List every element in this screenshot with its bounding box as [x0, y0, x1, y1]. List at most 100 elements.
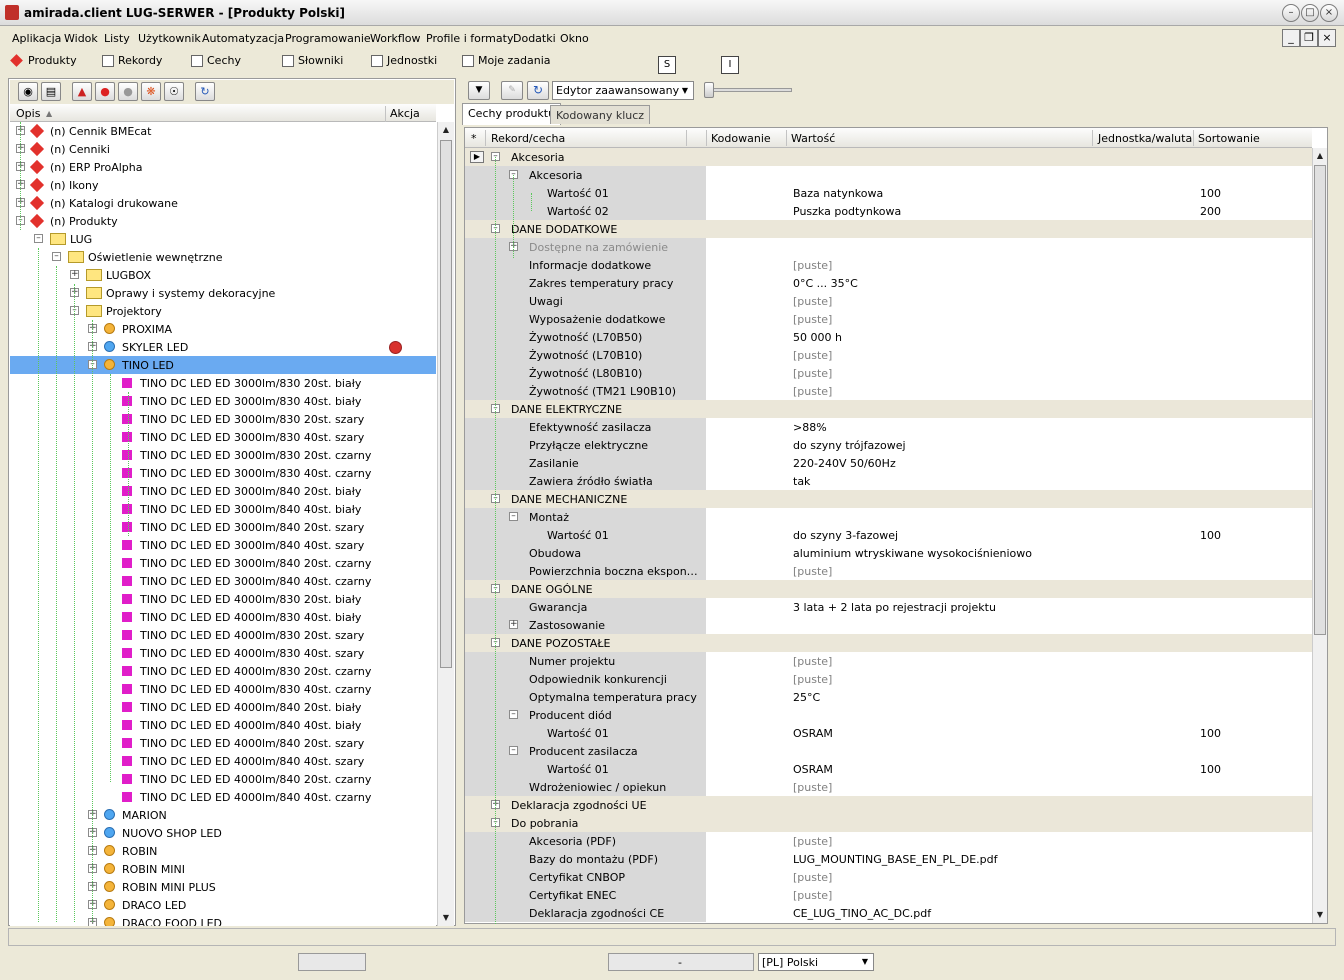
feature-row[interactable]: Wyposażenie dodatkowe [puste]	[465, 310, 1312, 328]
feature-value[interactable]: [puste]	[793, 655, 832, 668]
collapse-icon[interactable]: –	[52, 252, 61, 261]
collapse-icon[interactable]: –	[34, 234, 43, 243]
sort-value[interactable]: 100	[1200, 529, 1221, 542]
warning-icon[interactable]: ▲	[72, 82, 92, 101]
tree-row[interactable]: + (n) Ikony	[10, 176, 436, 194]
menu-automatyzacja[interactable]: Automatyzacja	[202, 32, 284, 45]
collapse-icon[interactable]: –	[509, 710, 518, 719]
feature-value[interactable]: Baza natynkowa	[793, 187, 883, 200]
sort-value[interactable]: 100	[1200, 763, 1221, 776]
column-header-rekord[interactable]: Rekord/cecha	[491, 132, 565, 145]
menu-aplikacja[interactable]: Aplikacja	[12, 32, 61, 45]
feature-value[interactable]: do szyny trójfazowej	[793, 439, 906, 452]
language-select[interactable]: [PL] Polski ▼	[758, 953, 874, 971]
toolbar-moje-zadania-button[interactable]: Moje zadania	[462, 54, 551, 67]
refresh-icon[interactable]: ↻	[527, 81, 549, 100]
menu-workflow[interactable]: Workflow	[370, 32, 421, 45]
menu-okno[interactable]: Okno	[560, 32, 589, 45]
binoculars-icon[interactable]: ◉	[18, 82, 38, 101]
sort-value[interactable]: 100	[1200, 187, 1221, 200]
tab-kodowany-klucz[interactable]: Kodowany klucz	[550, 105, 651, 124]
feature-value[interactable]: >88%	[793, 421, 827, 434]
mdi-close-button[interactable]: ×	[1318, 29, 1336, 47]
feature-row[interactable]: Zasilanie 220-240V 50/60Hz	[465, 454, 1312, 472]
menu-dodatki[interactable]: Dodatki	[513, 32, 556, 45]
feature-value[interactable]: 0°C ... 35°C	[793, 277, 858, 290]
scroll-up-arrow[interactable]: ▲	[1313, 149, 1327, 163]
zoom-slider-track[interactable]	[706, 88, 792, 92]
stop-icon[interactable]: ●	[95, 82, 115, 101]
scroll-down-arrow[interactable]: ▼	[439, 911, 453, 925]
refresh-icon[interactable]: ↻	[195, 82, 215, 101]
feature-value[interactable]: OSRAM	[793, 763, 833, 776]
feature-row[interactable]: Żywotność (TM21 L90B10) [puste]	[465, 382, 1312, 400]
feature-value[interactable]: aluminium wtryskiwane wysokociśnieniowo	[793, 547, 1032, 560]
i-button[interactable]: I	[721, 56, 739, 74]
column-header-wartosc[interactable]: Wartość	[791, 132, 835, 145]
feature-value[interactable]: [puste]	[793, 349, 832, 362]
column-header-opis[interactable]: Opis	[16, 107, 40, 120]
feature-row[interactable]: Gwarancja 3 lata + 2 lata po rejestracji …	[465, 598, 1312, 616]
feature-row[interactable]: Zakres temperatury pracy 0°C ... 35°C	[465, 274, 1312, 292]
feature-row[interactable]: Akcesoria (PDF) [puste]	[465, 832, 1312, 850]
feature-row[interactable]: Zawiera źródło światła tak	[465, 472, 1312, 490]
scroll-thumb[interactable]	[440, 140, 452, 668]
feature-value[interactable]: OSRAM	[793, 727, 833, 740]
tree-row[interactable]: + (n) Cenniki	[10, 140, 436, 158]
feature-value[interactable]: [puste]	[793, 367, 832, 380]
feature-row[interactable]: + Zastosowanie	[465, 616, 1312, 634]
sort-value[interactable]: 200	[1200, 205, 1221, 218]
feature-row[interactable]: Efektywność zasilacza >88%	[465, 418, 1312, 436]
feature-value[interactable]: tak	[793, 475, 810, 488]
disabled-icon[interactable]: ●	[118, 82, 138, 101]
tree-scrollbar[interactable]: ▲ ▼	[437, 122, 454, 926]
feature-value[interactable]: do szyny 3-fazowej	[793, 529, 898, 542]
feature-row[interactable]: Certyfikat CNBOP [puste]	[465, 868, 1312, 886]
group-row[interactable]: + Deklaracja zgodności UE	[465, 796, 1312, 814]
feature-value[interactable]: [puste]	[793, 295, 832, 308]
maximize-button[interactable]: □	[1301, 4, 1319, 22]
column-header-star[interactable]: *	[471, 132, 477, 145]
expand-icon[interactable]: +	[70, 270, 79, 279]
feature-value[interactable]: [puste]	[793, 889, 832, 902]
feature-row[interactable]: Bazy do montażu (PDF) LUG_MOUNTING_BASE_E…	[465, 850, 1312, 868]
feature-row[interactable]: Wartość 01 do szyny 3-fazowej 100	[465, 526, 1312, 544]
feature-value[interactable]: [puste]	[793, 781, 832, 794]
column-header-akcja[interactable]: Akcja	[390, 107, 420, 120]
feature-row[interactable]: Wartość 01 Baza natynkowa 100	[465, 184, 1312, 202]
grid-scrollbar[interactable]: ▲ ▼	[1312, 148, 1327, 923]
feature-value[interactable]: 50 000 h	[793, 331, 842, 344]
feature-row[interactable]: + Dostępne na zamówienie	[465, 238, 1312, 256]
feature-row[interactable]: Wartość 02 Puszka podtynkowa 200	[465, 202, 1312, 220]
minimize-button[interactable]: –	[1282, 4, 1300, 22]
group-row[interactable]: – DANE OGÓLNE	[465, 580, 1312, 598]
feature-value[interactable]: [puste]	[793, 871, 832, 884]
feature-value[interactable]: [puste]	[793, 565, 832, 578]
group-row[interactable]: – DANE DODATKOWE	[465, 220, 1312, 238]
feature-row[interactable]: Wartość 01 OSRAM 100	[465, 760, 1312, 778]
feature-value[interactable]: 3 lata + 2 lata po rejestracji projektu	[793, 601, 996, 614]
tree-row[interactable]: + (n) Cennik BMEcat	[10, 122, 436, 140]
toolbar-jednostki-button[interactable]: Jednostki	[371, 54, 437, 67]
sort-value[interactable]: 100	[1200, 727, 1221, 740]
menu-listy[interactable]: Listy	[104, 32, 130, 45]
mdi-restore-button[interactable]: ❐	[1300, 29, 1318, 47]
feature-value[interactable]: [puste]	[793, 385, 832, 398]
scroll-thumb[interactable]	[1314, 165, 1326, 635]
toolbar-produkty-button[interactable]: Produkty	[10, 54, 77, 67]
feature-value[interactable]: 25°C	[793, 691, 820, 704]
mdi-minimize-button[interactable]: _	[1282, 29, 1300, 47]
toolbar-rekordy-button[interactable]: Rekordy	[102, 54, 162, 67]
collapse-icon[interactable]: –	[509, 512, 518, 521]
feature-row[interactable]: – Montaż	[465, 508, 1312, 526]
tree-row[interactable]: + (n) ERP ProAlpha	[10, 158, 436, 176]
feature-row[interactable]: – Producent diód	[465, 706, 1312, 724]
column-header-jednostka[interactable]: Jednostka/waluta	[1098, 132, 1192, 145]
remove-action-icon[interactable]	[389, 341, 402, 354]
feature-row[interactable]: Odpowiednik konkurencji [puste]	[465, 670, 1312, 688]
toolbar-cechy-button[interactable]: Cechy	[191, 54, 241, 67]
dropdown-arrow-icon[interactable]: ▼	[468, 81, 490, 100]
feature-row[interactable]: Żywotność (L80B10) [puste]	[465, 364, 1312, 382]
feature-row[interactable]: Żywotność (L70B10) [puste]	[465, 346, 1312, 364]
feature-value[interactable]: LUG_MOUNTING_BASE_EN_PL_DE.pdf	[793, 853, 998, 866]
